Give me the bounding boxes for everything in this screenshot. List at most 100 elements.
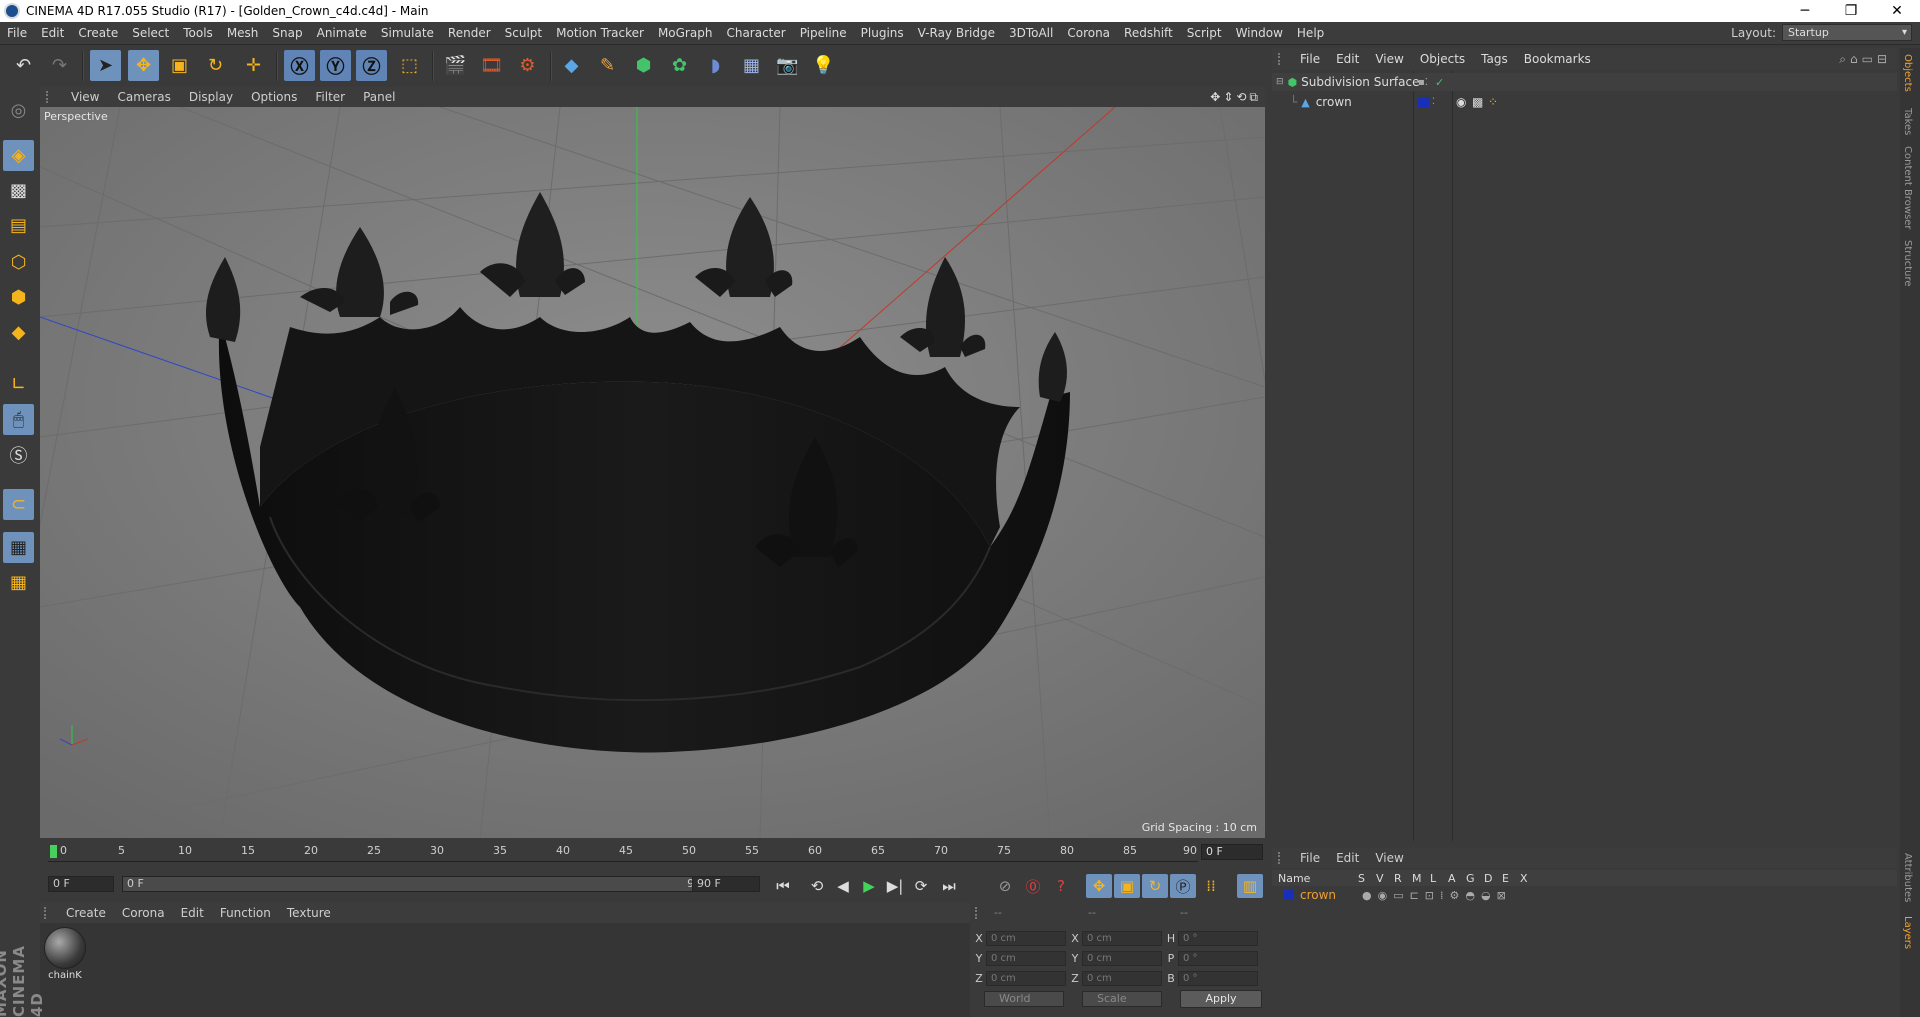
objects-menu-edit[interactable]: Edit [1328,52,1367,66]
play-icon[interactable]: ▶ [856,874,882,898]
object-manager-nav-icons[interactable]: ⌕⌂▭⊟ [1839,52,1891,67]
key-parameter-icon[interactable]: Ⓟ [1170,874,1196,898]
object-row-subdivision-surface[interactable]: ⊟ ⬢ Subdivision Surface ▪⁚ ✓ [1272,73,1897,91]
objects-menu-bookmarks[interactable]: Bookmarks [1516,52,1599,66]
material-menu-corona[interactable]: Corona [114,906,173,920]
light-icon[interactable]: 💡 [808,50,839,81]
array-icon[interactable]: ✿ [664,50,695,81]
previous-frame-icon[interactable]: ◀ [830,874,856,898]
collapse-toggle-icon[interactable]: ⊟ [1276,77,1284,87]
menu-animate[interactable]: Animate [310,26,374,40]
column-expressions[interactable]: E [1502,872,1520,885]
enabled-check-icon[interactable]: ✓ [1435,76,1444,89]
menu-select[interactable]: Select [125,26,176,40]
restore-button[interactable]: ❐ [1828,0,1874,22]
object-row-crown[interactable]: └ ▲ crown ⁚ ◉ ▩ ⁘ [1272,93,1498,111]
drag-handle-icon[interactable] [1278,53,1286,65]
menu-render[interactable]: Render [441,26,498,40]
menu-motion-tracker[interactable]: Motion Tracker [549,26,651,40]
menu-window[interactable]: Window [1229,26,1290,40]
apply-button[interactable]: Apply [1180,990,1262,1008]
scale-icon[interactable]: ▣ [164,50,195,81]
menu-pipeline[interactable]: Pipeline [793,26,854,40]
menu-tools[interactable]: Tools [176,26,220,40]
3d-viewport[interactable]: Perspective Grid Spacing : 10 cm [40,107,1265,838]
menu-sculpt[interactable]: Sculpt [498,26,549,40]
snap-magnet-icon[interactable]: ⊂ [3,489,34,520]
cube-icon[interactable]: ◆ [556,50,587,81]
frame-ruler[interactable]: 0 5 10 15 20 25 30 35 40 45 50 55 60 65 … [48,842,1198,862]
move-icon[interactable]: ✥ [128,50,159,81]
close-button[interactable]: ✕ [1874,0,1920,22]
tab-layers[interactable]: Layers [1902,916,1913,949]
tab-takes[interactable]: Takes [1902,108,1913,135]
size-x-field[interactable]: 0 cm [1082,930,1162,946]
key-rotation-icon[interactable]: ↻ [1142,874,1168,898]
visibility-dots-icon[interactable]: ▪⁚ [1418,77,1428,88]
layer-color-swatch[interactable] [1284,890,1294,900]
material-swatch[interactable]: chainK [44,927,86,983]
menu-vray-bridge[interactable]: V-Ray Bridge [911,26,1002,40]
column-name[interactable]: Name [1278,872,1358,885]
axis-mode-icon[interactable]: ∟ [3,369,34,400]
select-cursor-icon[interactable]: ➤ [90,50,121,81]
menu-redshift[interactable]: Redshift [1117,26,1180,40]
menu-simulate[interactable]: Simulate [374,26,441,40]
column-xref[interactable]: X [1520,872,1538,885]
menu-mesh[interactable]: Mesh [220,26,266,40]
layer-toggle-icons[interactable]: ●◉▭⊏⊡⁞⚙◓◒⊠ [1362,889,1512,902]
column-locked[interactable]: L [1430,872,1448,885]
floor-icon[interactable]: ▦ [736,50,767,81]
key-position-icon[interactable]: ✥ [1086,874,1112,898]
menu-file[interactable]: File [0,26,34,40]
tab-structure[interactable]: Structure [1902,240,1913,287]
y-axis-lock-icon[interactable]: Ⓨ [320,50,351,81]
menu-corona[interactable]: Corona [1060,26,1117,40]
frame-range-slider[interactable]: 0 F 90 F [122,876,728,892]
z-axis-lock-icon[interactable]: Ⓩ [356,50,387,81]
render-settings-icon[interactable]: ⚙ [512,50,543,81]
points-mode-icon[interactable]: ⬡ [3,247,34,278]
size-z-field[interactable]: 0 cm [1082,970,1162,986]
menu-3dtoall[interactable]: 3DToAll [1002,26,1060,40]
viewport-menu-panel[interactable]: Panel [354,90,404,104]
rotate-icon[interactable]: ↻ [200,50,231,81]
viewport-navigation-icons[interactable]: ✥⇕⟲⧉ [1210,90,1261,105]
pen-spline-icon[interactable]: ✎ [592,50,623,81]
go-to-start-icon[interactable]: ⏮ [770,874,796,898]
position-x-field[interactable]: 0 cm [986,930,1066,946]
drag-handle-icon[interactable] [46,91,56,103]
start-frame-field[interactable]: 0 F [48,876,114,892]
end-frame-field[interactable]: 90 F [692,876,760,892]
viewport-menu-options[interactable]: Options [242,90,306,104]
menu-snap[interactable]: Snap [265,26,309,40]
camera-icon[interactable]: 📷 [772,50,803,81]
workplane-mode-icon[interactable]: ▤ [3,210,34,241]
menu-help[interactable]: Help [1290,26,1331,40]
texture-tag-icon[interactable]: ▩ [1472,95,1483,109]
layout-dropdown[interactable]: Startup [1782,24,1912,41]
locked-workplane-icon[interactable]: ▦ [3,532,34,563]
layer-row-crown[interactable]: crown ●◉▭⊏⊡⁞⚙◓◒⊠ [1272,886,1897,904]
x-axis-lock-icon[interactable]: Ⓧ [284,50,315,81]
objects-menu-objects[interactable]: Objects [1412,52,1473,66]
position-y-field[interactable]: 0 cm [986,950,1066,966]
position-z-field[interactable]: 0 cm [986,970,1066,986]
timeline-ruler[interactable]: 0 5 10 15 20 25 30 35 40 45 50 55 60 65 … [40,842,1265,868]
next-frame-icon[interactable]: ▶| [882,874,908,898]
menu-character[interactable]: Character [719,26,792,40]
render-view-icon[interactable]: 🎬 [440,50,471,81]
objects-menu-tags[interactable]: Tags [1473,52,1516,66]
menu-script[interactable]: Script [1180,26,1229,40]
playhead-marker[interactable] [50,845,57,858]
selection-tag-icon[interactable]: ⁘ [1488,95,1498,109]
column-generators[interactable]: G [1466,872,1484,885]
viewport-menu-display[interactable]: Display [180,90,242,104]
subdivision-icon[interactable]: ⬢ [628,50,659,81]
objects-menu-file[interactable]: File [1292,52,1328,66]
menu-create[interactable]: Create [71,26,125,40]
model-mode-icon[interactable]: ◈ [3,140,34,171]
edges-mode-icon[interactable]: ⬢ [3,282,34,313]
layers-menu-edit[interactable]: Edit [1328,851,1367,865]
keyframe-selection-icon[interactable]: ? [1048,874,1074,898]
